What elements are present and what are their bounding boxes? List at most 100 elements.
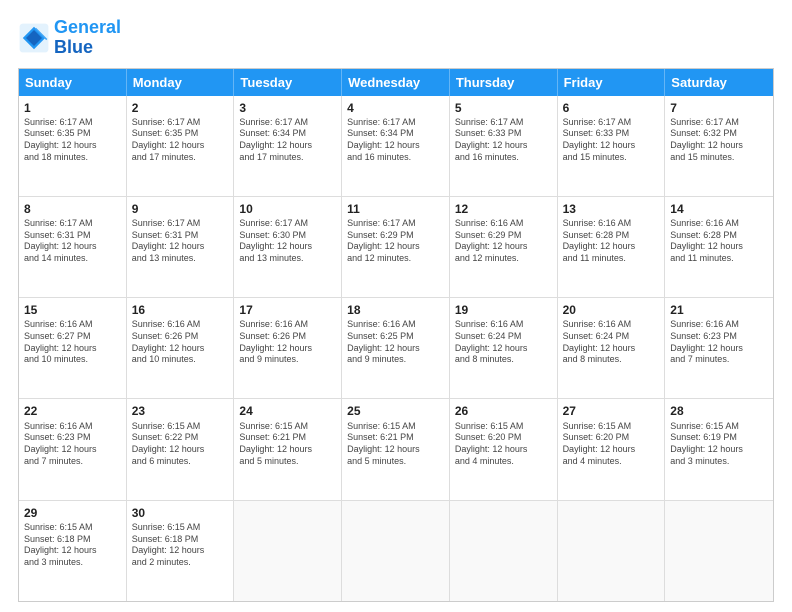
calendar-cell: 7Sunrise: 6:17 AMSunset: 6:32 PMDaylight…	[665, 96, 773, 196]
page: General Blue Sunday Monday Tuesday Wedne…	[0, 0, 792, 612]
header-wednesday: Wednesday	[342, 69, 450, 96]
calendar-body: 1Sunrise: 6:17 AMSunset: 6:35 PMDaylight…	[19, 96, 773, 601]
calendar: Sunday Monday Tuesday Wednesday Thursday…	[18, 68, 774, 602]
calendar-cell	[450, 501, 558, 601]
day-number: 11	[347, 201, 444, 217]
day-number: 23	[132, 403, 229, 419]
logo: General Blue	[18, 18, 121, 58]
logo-icon	[18, 22, 50, 54]
calendar-row: 29Sunrise: 6:15 AMSunset: 6:18 PMDayligh…	[19, 500, 773, 601]
calendar-cell: 20Sunrise: 6:16 AMSunset: 6:24 PMDayligh…	[558, 298, 666, 398]
day-details: Sunrise: 6:17 AMSunset: 6:34 PMDaylight:…	[347, 117, 444, 164]
calendar-row: 15Sunrise: 6:16 AMSunset: 6:27 PMDayligh…	[19, 297, 773, 398]
day-details: Sunrise: 6:15 AMSunset: 6:20 PMDaylight:…	[455, 421, 552, 468]
day-number: 13	[563, 201, 660, 217]
calendar-cell: 12Sunrise: 6:16 AMSunset: 6:29 PMDayligh…	[450, 197, 558, 297]
calendar-cell: 30Sunrise: 6:15 AMSunset: 6:18 PMDayligh…	[127, 501, 235, 601]
day-number: 21	[670, 302, 768, 318]
calendar-row: 8Sunrise: 6:17 AMSunset: 6:31 PMDaylight…	[19, 196, 773, 297]
day-details: Sunrise: 6:17 AMSunset: 6:31 PMDaylight:…	[132, 218, 229, 265]
calendar-cell: 28 Sunrise: 6:15 AMSunset: 6:19 PMDayligh…	[665, 399, 773, 499]
day-details: Sunrise: 6:15 AMSunset: 6:22 PMDaylight:…	[132, 421, 229, 468]
day-number: 16	[132, 302, 229, 318]
day-number: 6	[563, 100, 660, 116]
day-number: 17	[239, 302, 336, 318]
calendar-cell: 29Sunrise: 6:15 AMSunset: 6:18 PMDayligh…	[19, 501, 127, 601]
calendar-cell: 25Sunrise: 6:15 AMSunset: 6:21 PMDayligh…	[342, 399, 450, 499]
calendar-cell: 9Sunrise: 6:17 AMSunset: 6:31 PMDaylight…	[127, 197, 235, 297]
day-number: 1	[24, 100, 121, 116]
header-thursday: Thursday	[450, 69, 558, 96]
day-details: Sunrise: 6:16 AMSunset: 6:27 PMDaylight:…	[24, 319, 121, 366]
calendar-cell: 15Sunrise: 6:16 AMSunset: 6:27 PMDayligh…	[19, 298, 127, 398]
day-details: Sunrise: 6:16 AMSunset: 6:26 PMDaylight:…	[239, 319, 336, 366]
day-details: Sunrise: 6:15 AMSunset: 6:20 PMDaylight:…	[563, 421, 660, 468]
day-details: Sunrise: 6:16 AMSunset: 6:25 PMDaylight:…	[347, 319, 444, 366]
header-monday: Monday	[127, 69, 235, 96]
day-details: Sunrise: 6:17 AMSunset: 6:29 PMDaylight:…	[347, 218, 444, 265]
calendar-cell: 10Sunrise: 6:17 AMSunset: 6:30 PMDayligh…	[234, 197, 342, 297]
day-number: 9	[132, 201, 229, 217]
header-tuesday: Tuesday	[234, 69, 342, 96]
day-details: Sunrise: 6:17 AMSunset: 6:35 PMDaylight:…	[132, 117, 229, 164]
calendar-row: 1Sunrise: 6:17 AMSunset: 6:35 PMDaylight…	[19, 96, 773, 196]
calendar-cell: 11Sunrise: 6:17 AMSunset: 6:29 PMDayligh…	[342, 197, 450, 297]
day-details: Sunrise: 6:17 AMSunset: 6:33 PMDaylight:…	[455, 117, 552, 164]
day-details: Sunrise: 6:15 AMSunset: 6:18 PMDaylight:…	[132, 522, 229, 569]
day-number: 24	[239, 403, 336, 419]
calendar-cell: 19Sunrise: 6:16 AMSunset: 6:24 PMDayligh…	[450, 298, 558, 398]
day-details: Sunrise: 6:17 AMSunset: 6:30 PMDaylight:…	[239, 218, 336, 265]
header-friday: Friday	[558, 69, 666, 96]
calendar-cell	[342, 501, 450, 601]
day-number: 8	[24, 201, 121, 217]
day-number: 12	[455, 201, 552, 217]
day-number: 3	[239, 100, 336, 116]
day-details: Sunrise: 6:16 AMSunset: 6:23 PMDaylight:…	[24, 421, 121, 468]
day-details: Sunrise: 6:16 AMSunset: 6:28 PMDaylight:…	[563, 218, 660, 265]
day-number: 18	[347, 302, 444, 318]
day-number: 4	[347, 100, 444, 116]
calendar-cell	[558, 501, 666, 601]
calendar-cell: 21Sunrise: 6:16 AMSunset: 6:23 PMDayligh…	[665, 298, 773, 398]
day-details: Sunrise: 6:16 AMSunset: 6:26 PMDaylight:…	[132, 319, 229, 366]
calendar-cell	[234, 501, 342, 601]
day-details: Sunrise: 6:16 AMSunset: 6:24 PMDaylight:…	[563, 319, 660, 366]
day-number: 28	[670, 403, 768, 419]
day-details: Sunrise: 6:15 AMSunset: 6:19 PMDaylight:…	[670, 421, 768, 468]
day-number: 29	[24, 505, 121, 521]
day-details: Sunrise: 6:17 AMSunset: 6:32 PMDaylight:…	[670, 117, 768, 164]
day-details: Sunrise: 6:17 AMSunset: 6:31 PMDaylight:…	[24, 218, 121, 265]
day-details: Sunrise: 6:15 AMSunset: 6:18 PMDaylight:…	[24, 522, 121, 569]
calendar-cell: 4Sunrise: 6:17 AMSunset: 6:34 PMDaylight…	[342, 96, 450, 196]
header-sunday: Sunday	[19, 69, 127, 96]
calendar-cell: 2Sunrise: 6:17 AMSunset: 6:35 PMDaylight…	[127, 96, 235, 196]
calendar-cell: 13Sunrise: 6:16 AMSunset: 6:28 PMDayligh…	[558, 197, 666, 297]
day-details: Sunrise: 6:16 AMSunset: 6:28 PMDaylight:…	[670, 218, 768, 265]
day-number: 10	[239, 201, 336, 217]
calendar-cell: 1Sunrise: 6:17 AMSunset: 6:35 PMDaylight…	[19, 96, 127, 196]
day-number: 27	[563, 403, 660, 419]
day-details: Sunrise: 6:17 AMSunset: 6:35 PMDaylight:…	[24, 117, 121, 164]
day-number: 20	[563, 302, 660, 318]
calendar-cell	[665, 501, 773, 601]
calendar-cell: 3Sunrise: 6:17 AMSunset: 6:34 PMDaylight…	[234, 96, 342, 196]
day-number: 26	[455, 403, 552, 419]
day-details: Sunrise: 6:16 AMSunset: 6:29 PMDaylight:…	[455, 218, 552, 265]
header-saturday: Saturday	[665, 69, 773, 96]
calendar-row: 22 Sunrise: 6:16 AMSunset: 6:23 PMDayligh…	[19, 398, 773, 499]
calendar-cell: 26 Sunrise: 6:15 AMSunset: 6:20 PMDayligh…	[450, 399, 558, 499]
day-number: 2	[132, 100, 229, 116]
day-details: Sunrise: 6:15 AMSunset: 6:21 PMDaylight:…	[239, 421, 336, 468]
day-details: Sunrise: 6:16 AMSunset: 6:24 PMDaylight:…	[455, 319, 552, 366]
calendar-cell: 18Sunrise: 6:16 AMSunset: 6:25 PMDayligh…	[342, 298, 450, 398]
calendar-header: Sunday Monday Tuesday Wednesday Thursday…	[19, 69, 773, 96]
calendar-cell: 5Sunrise: 6:17 AMSunset: 6:33 PMDaylight…	[450, 96, 558, 196]
calendar-cell: 24 Sunrise: 6:15 AMSunset: 6:21 PMDayligh…	[234, 399, 342, 499]
day-number: 22	[24, 403, 121, 419]
day-number: 19	[455, 302, 552, 318]
calendar-cell: 22 Sunrise: 6:16 AMSunset: 6:23 PMDayligh…	[19, 399, 127, 499]
calendar-cell: 17Sunrise: 6:16 AMSunset: 6:26 PMDayligh…	[234, 298, 342, 398]
logo-text: General Blue	[54, 18, 121, 58]
calendar-cell: 27 Sunrise: 6:15 AMSunset: 6:20 PMDayligh…	[558, 399, 666, 499]
day-details: Sunrise: 6:16 AMSunset: 6:23 PMDaylight:…	[670, 319, 768, 366]
